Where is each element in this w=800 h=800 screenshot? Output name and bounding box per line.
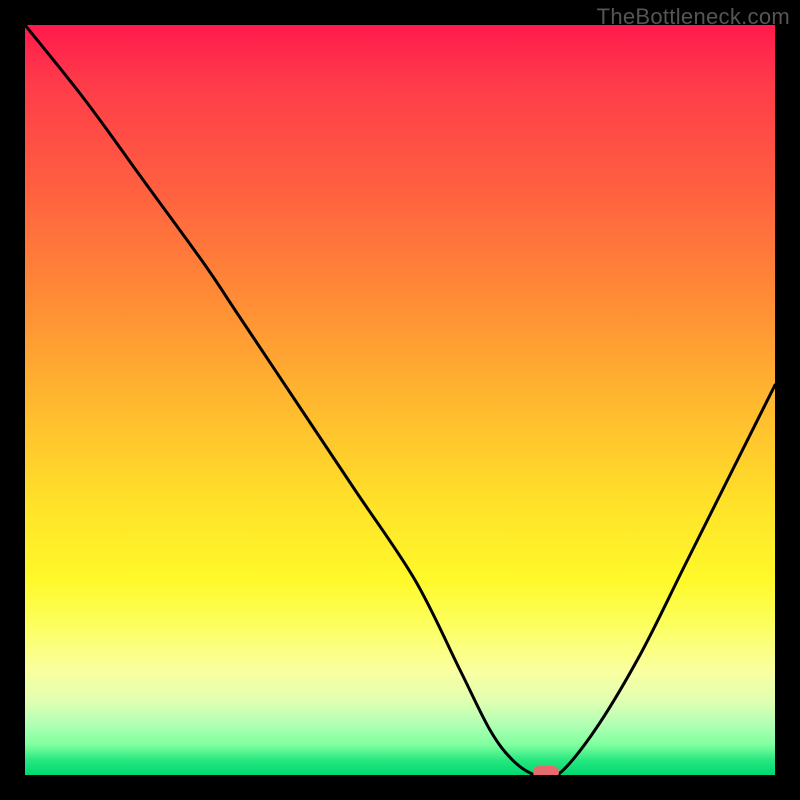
- chart-frame: TheBottleneck.com: [0, 0, 800, 800]
- bottleneck-curve: [25, 25, 775, 775]
- watermark-text: TheBottleneck.com: [597, 4, 790, 30]
- optimal-marker: [533, 766, 559, 775]
- plot-area: [25, 25, 775, 775]
